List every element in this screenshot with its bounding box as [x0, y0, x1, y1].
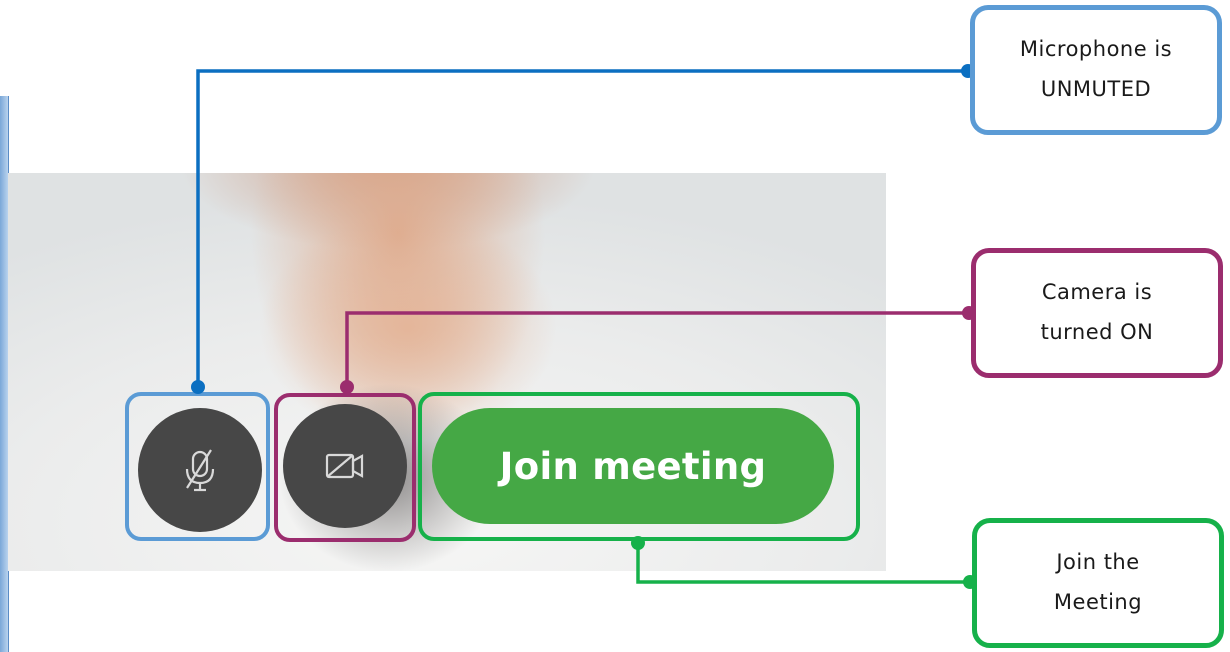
- camera-highlight-box: [274, 393, 416, 542]
- join-highlight-box: [418, 392, 860, 541]
- callout-line: Meeting: [1053, 590, 1143, 614]
- camera-status-callout: Camera is turned ON: [971, 248, 1223, 378]
- microphone-highlight-box: [125, 392, 270, 541]
- join-meeting-callout: Join the Meeting: [972, 518, 1224, 648]
- callout-line: Microphone is: [1019, 37, 1173, 62]
- microphone-status-callout: Microphone is UNMUTED: [970, 5, 1222, 135]
- callout-line: Camera is: [1041, 280, 1153, 305]
- callout-line: Join the: [1056, 550, 1140, 575]
- callout-line: UNMUTED: [1040, 77, 1152, 101]
- callout-line: turned ON: [1040, 320, 1154, 344]
